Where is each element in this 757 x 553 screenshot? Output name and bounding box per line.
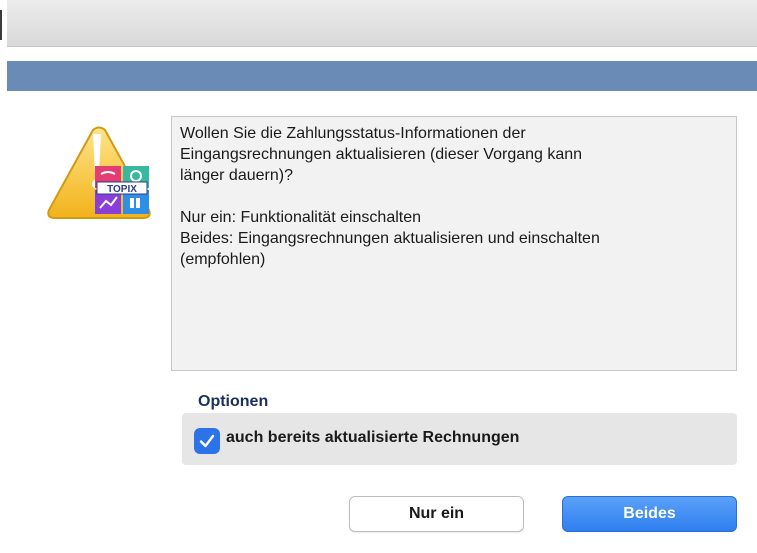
checkmark-icon [199,434,215,448]
warning-topix-icon: TOPIX [47,126,151,219]
update-existing-checkbox[interactable] [194,428,220,454]
topix-brand-label: TOPIX [107,184,137,195]
window-titlebar[interactable] [7,0,757,47]
message-line: Eingangsrechnungen aktualisieren (dieser… [180,146,583,163]
dialog-header-band [7,61,757,91]
message-line: (empfohlen) [180,251,266,268]
dialog-content: TOPIX Wollen Sie die Zahlungsstatus-Info… [7,91,757,553]
message-text-box: Wollen Sie die Zahlungsstatus-Informatio… [171,116,737,371]
nur-ein-button[interactable]: Nur ein [349,496,524,532]
message-line [180,186,728,207]
window-left-edge [0,0,7,553]
beides-button[interactable]: Beides [562,496,737,532]
dialog-window: TOPIX Wollen Sie die Zahlungsstatus-Info… [0,0,757,553]
message-line: Wollen Sie die Zahlungsstatus-Informatio… [180,125,526,142]
message-line: länger dauern)? [180,167,293,184]
message-line: Nur ein: Funktionalität einschalten [180,209,422,226]
options-heading: Optionen [198,393,269,410]
update-existing-checkbox-label[interactable]: auch bereits aktualisierte Rechnungen [226,429,519,447]
message-line: Beides: Eingangsrechnungen aktualisieren… [180,230,600,247]
options-panel: auch bereits aktualisierte Rechnungen [182,413,737,465]
